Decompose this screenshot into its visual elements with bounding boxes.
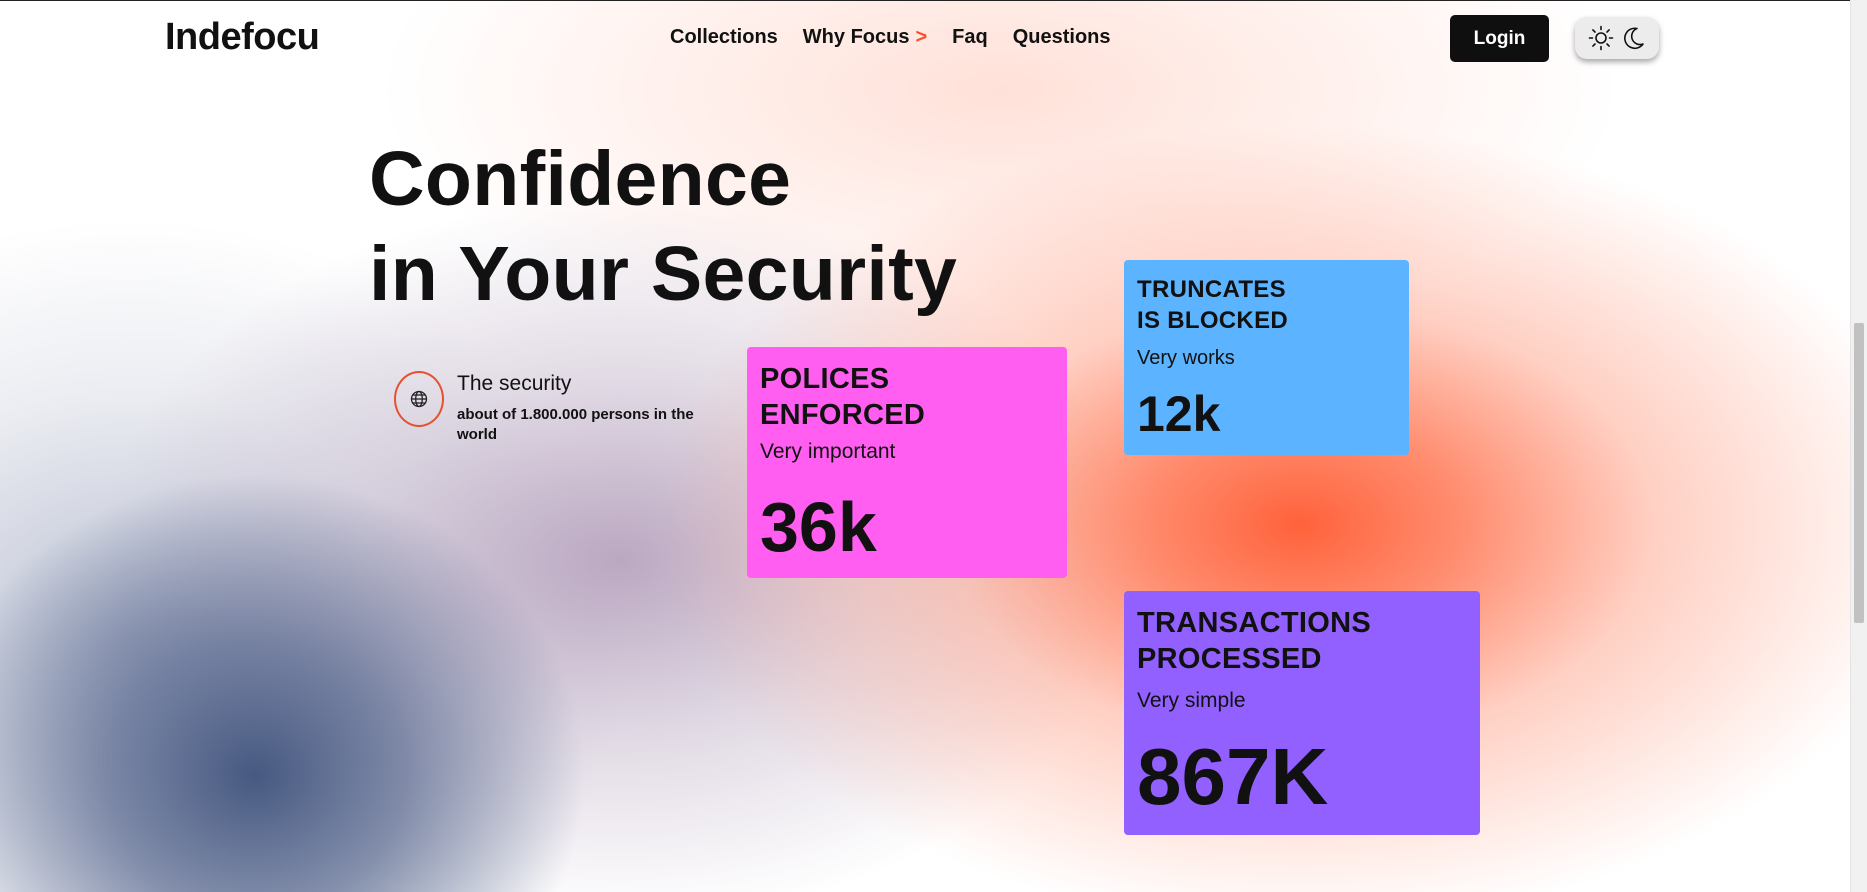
sun-icon[interactable]	[1588, 25, 1614, 51]
nav-collections[interactable]: Collections	[670, 26, 778, 49]
nav-faq[interactable]: Faq	[952, 26, 988, 49]
hero-heading: Confidence in Your Security	[369, 132, 957, 322]
main-nav: Collections Why Focus > Faq Questions	[670, 26, 1111, 49]
stat-card-subtitle: Very important	[760, 440, 896, 463]
stat-card-subtitle: Very works	[1137, 347, 1235, 369]
stat-card-policies: POLICES ENFORCED Very important 36k	[747, 347, 1067, 578]
stat-card-title-line-1: POLICES	[760, 363, 890, 395]
page-scrollbar[interactable]	[1850, 0, 1867, 892]
stat-card-title-line-2: IS BLOCKED	[1137, 307, 1289, 334]
scrollbar-thumb[interactable]	[1854, 323, 1864, 623]
moon-icon[interactable]	[1620, 25, 1646, 51]
security-title: The security	[457, 372, 572, 395]
stat-card-value: 12k	[1137, 386, 1221, 442]
stat-card-title-line-1: TRANSACTIONS	[1137, 607, 1371, 639]
stat-card-truncates: TRUNCATES IS BLOCKED Very works 12k	[1124, 260, 1409, 455]
nav-why-focus-label: Why Focus	[802, 26, 910, 48]
theme-toggle[interactable]	[1575, 17, 1659, 59]
hero-line-1: Confidence	[369, 136, 792, 222]
stat-card-title: TRANSACTIONS PROCESSED	[1137, 605, 1467, 677]
stat-card-subtitle: Very simple	[1137, 689, 1246, 712]
stat-card-title-line-2: ENFORCED	[760, 399, 926, 431]
stat-card-title: POLICES ENFORCED	[760, 361, 1054, 433]
chevron-right-icon: >	[915, 26, 928, 48]
nav-questions[interactable]: Questions	[1013, 26, 1111, 49]
stat-card-transactions: TRANSACTIONS PROCESSED Very simple 867K	[1124, 591, 1480, 835]
stat-card-value: 867K	[1137, 732, 1329, 821]
stat-card-title-line-2: PROCESSED	[1137, 643, 1322, 675]
hero-line-2: in Your Security	[369, 231, 958, 317]
stat-card-value: 36k	[760, 488, 877, 566]
logo[interactable]: Indefocu	[165, 16, 320, 59]
globe-icon	[394, 371, 444, 427]
site-header: Indefocu Collections Why Focus > Faq Ques…	[0, 0, 1850, 78]
stat-card-title: TRUNCATES IS BLOCKED	[1137, 274, 1396, 336]
security-subtitle: about of 1.800.000 persons in the world	[457, 406, 694, 443]
login-button[interactable]: Login	[1450, 15, 1549, 62]
security-info: The security about of 1.800.000 persons …	[394, 371, 704, 461]
nav-why-focus[interactable]: Why Focus >	[803, 26, 927, 49]
stat-card-title-line-1: TRUNCATES	[1137, 276, 1286, 303]
